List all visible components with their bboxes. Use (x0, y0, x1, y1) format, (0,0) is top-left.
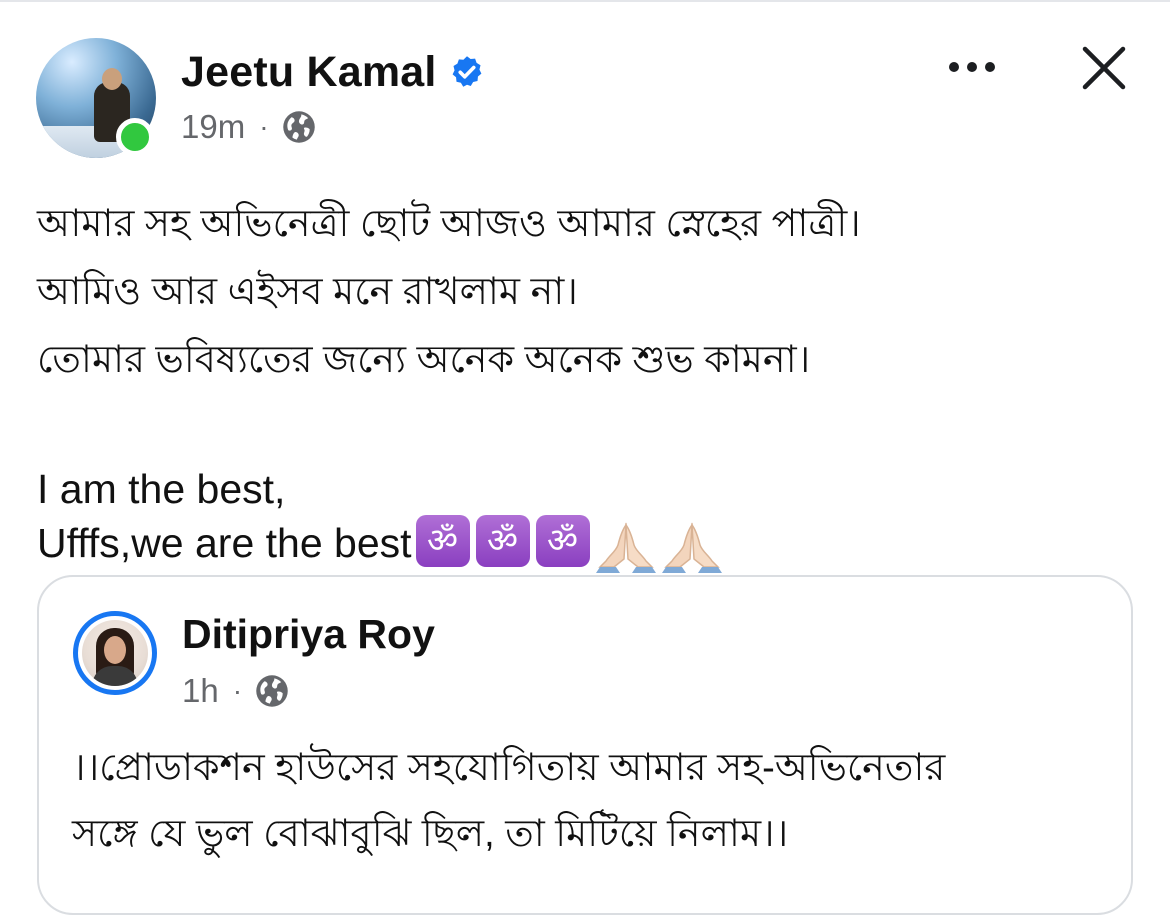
shared-author-name[interactable]: Ditipriya Roy (182, 611, 435, 658)
post-timestamp[interactable]: 19m (181, 108, 245, 146)
post-text: আমার সহ অভিনেত্রী ছোট আজও আমার স্নেহের প… (37, 190, 1137, 574)
shared-post-meta: 1h · (182, 671, 290, 711)
close-icon[interactable] (1080, 44, 1128, 92)
verified-badge-icon (452, 56, 481, 87)
avatar-face (104, 636, 126, 664)
more-dots-icon[interactable] (944, 50, 1000, 84)
online-status-indicator (116, 118, 154, 156)
shared-post-text: ।।প্রোডাকশন হাউসের সহযোগিতায় আমার সহ-অভ… (72, 735, 1112, 867)
globe-icon (282, 111, 315, 143)
shared-post-line: সঙ্গে যে ভুল বোঝাবুঝি ছিল, তা মিটিয়ে নি… (72, 813, 789, 855)
post-line: আমিও আর এইসব মনে রাখলাম না। (37, 271, 578, 313)
top-divider (0, 0, 1170, 2)
meta-separator: · (232, 675, 243, 706)
post-line: তোমার ভবিষ্যতের জন্যে অনেক অনেক শুভ কামন… (37, 339, 811, 381)
post-meta: 19m · (181, 106, 317, 148)
avatar-head (102, 68, 122, 90)
shared-post-line: ।।প্রোডাকশন হাউসের সহযোগিতায় আমার সহ-অভ… (72, 747, 946, 789)
praying-hands-icon (661, 522, 722, 574)
author-name[interactable]: Jeetu Kamal (181, 48, 437, 97)
om-emoji: ॐ (415, 515, 470, 568)
globe-icon (256, 675, 288, 707)
praying-hands-icon (595, 522, 656, 574)
post-line: I am the best, (37, 466, 286, 512)
author-name-row: Jeetu Kamal (181, 44, 485, 100)
om-emoji: ॐ (535, 515, 590, 568)
shared-post-timestamp[interactable]: 1h (182, 672, 219, 710)
post-line: আমার সহ অভিনেত্রী ছোট আজও আমার স্নেহের প… (37, 203, 861, 245)
shared-author-avatar[interactable] (73, 611, 157, 695)
post-line-with-emojis: Ufffs,we are the best ॐ ॐ ॐ (37, 515, 1137, 574)
post-line: Ufffs,we are the best (37, 520, 412, 566)
om-emoji: ॐ (475, 515, 530, 568)
shared-post-card[interactable]: Ditipriya Roy 1h · ।।প্রোডাকশন হাউসের সহ… (37, 575, 1133, 915)
emoji-row: ॐ ॐ ॐ (415, 515, 722, 574)
meta-separator: · (259, 111, 269, 142)
avatar-photo (82, 620, 148, 686)
